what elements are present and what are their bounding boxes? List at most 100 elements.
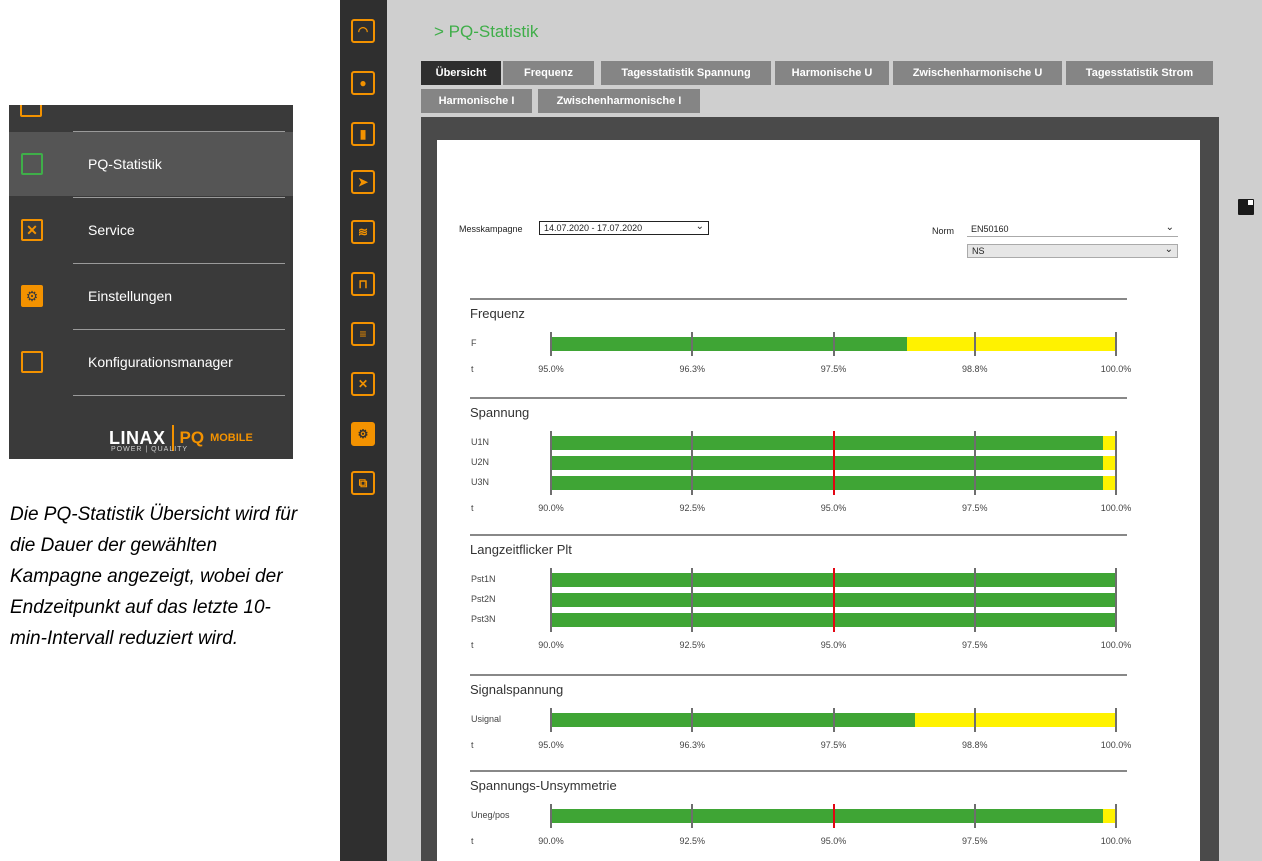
grid-tick xyxy=(832,708,835,732)
norm-select[interactable]: EN50160 ⌄ xyxy=(967,222,1178,237)
grid-tick xyxy=(973,708,976,732)
section-divider xyxy=(470,770,1127,772)
campaign-label: Messkampagne xyxy=(459,224,523,234)
axis-name: t xyxy=(471,740,474,750)
grid-tick xyxy=(832,332,835,356)
grid-tick xyxy=(973,804,976,828)
grid-tick xyxy=(550,431,552,495)
axis-tick-label: 90.0% xyxy=(538,503,564,513)
axis-tick-label: 97.5% xyxy=(820,364,847,374)
axis-tick-label: 92.5% xyxy=(679,503,706,513)
axis-name: t xyxy=(471,503,474,513)
tab-uebersicht[interactable]: Übersicht xyxy=(421,61,501,85)
limit-line xyxy=(832,431,835,495)
dashboard-icon[interactable]: ◠ xyxy=(351,19,375,43)
norm-label: Norm xyxy=(932,226,954,236)
row-label: Uneg/pos xyxy=(471,810,510,820)
bar-chart-icon[interactable]: ▮ xyxy=(351,122,375,146)
grid-tick xyxy=(1115,804,1117,828)
icon-rail: ◠ ● ▮ ➤ ≋ ⊓ ≡ ✕ ⚙ ⧉ xyxy=(340,0,387,861)
tab-tagesstatistik-strom[interactable]: Tagesstatistik Strom xyxy=(1066,61,1213,85)
sidebar-item-pq-statistik[interactable]: PQ-Statistik xyxy=(9,132,293,196)
waveform-icon[interactable]: ⊓ xyxy=(351,272,375,296)
axis-tick-label: 95.0% xyxy=(820,836,847,846)
compliant-portion xyxy=(551,337,907,351)
axis-tick-label: 97.5% xyxy=(961,640,988,650)
tab-harmonische-u[interactable]: Harmonische U xyxy=(775,61,889,85)
grid-tick xyxy=(691,431,694,495)
axis-tick-label: 98.8% xyxy=(961,740,988,750)
axis-tick-label: 95.0% xyxy=(538,740,564,750)
grid-tick xyxy=(1115,332,1117,356)
compliant-portion xyxy=(551,476,1103,490)
chevron-down-icon: ⌄ xyxy=(1164,244,1173,255)
sidebar-item-label: PQ-Statistik xyxy=(88,156,162,172)
gear-icon[interactable]: ⚙ xyxy=(351,422,375,446)
campaign-select[interactable]: 14.07.2020 - 17.07.2020 ⌄ xyxy=(539,221,709,235)
grid-tick xyxy=(550,568,552,632)
caption: Die PQ-Statistik Übersicht wird für die … xyxy=(10,504,298,649)
grid-tick xyxy=(550,708,552,732)
sidebar-item-label: Konfigurationsmanager xyxy=(88,354,233,370)
section-title: Spannung xyxy=(470,405,530,420)
grid-tick xyxy=(973,431,976,495)
axis-tick-label: 95.0% xyxy=(538,364,564,374)
axis-tick-label: 100.0% xyxy=(1100,740,1132,750)
phasor-icon[interactable]: ➤ xyxy=(351,170,375,194)
dashboard-icon[interactable] xyxy=(20,105,42,117)
grid-tick xyxy=(691,568,694,632)
sidebar-item-konfigurationsmanager[interactable]: Konfigurationsmanager xyxy=(9,330,293,394)
grid-tick xyxy=(691,332,694,356)
brand-tagline: POWER | QUALITY xyxy=(111,446,189,453)
tab-zwischenharmonische-i[interactable]: Zwischenharmonische I xyxy=(538,89,700,113)
section-title: Langzeitflicker Plt xyxy=(470,542,572,557)
grid-tick xyxy=(691,708,694,732)
grid-tick xyxy=(1115,568,1117,632)
axis-tick-label: 100.0% xyxy=(1100,836,1132,846)
axis-tick-label: 98.8% xyxy=(961,364,988,374)
section-divider xyxy=(470,298,1127,300)
tab-harmonische-i[interactable]: Harmonische I xyxy=(421,89,532,113)
tab-zwischenharmonische-u[interactable]: Zwischenharmonische U xyxy=(893,61,1062,85)
axis-name: t xyxy=(471,836,474,846)
axis-tick-label: 95.0% xyxy=(820,640,847,650)
row-label: Pst1N xyxy=(471,574,496,584)
network-select[interactable]: NS ⌄ xyxy=(967,244,1178,258)
tab-tagesstatistik-spannung[interactable]: Tagesstatistik Spannung xyxy=(601,61,771,85)
report-icon xyxy=(20,152,44,176)
axis-tick-label: 95.0% xyxy=(820,503,847,513)
section-title: Spannungs-Unsymmetrie xyxy=(470,778,617,793)
divider xyxy=(73,395,285,396)
grid-tick xyxy=(691,804,694,828)
gear-icon: ⚙ xyxy=(20,284,44,308)
config-copy-icon[interactable]: ⧉ xyxy=(351,471,375,495)
axis-tick-label: 100.0% xyxy=(1100,640,1132,650)
save-icon[interactable] xyxy=(1238,199,1254,215)
tab-frequenz[interactable]: Frequenz xyxy=(503,61,594,85)
axis-tick-label: 97.5% xyxy=(961,503,988,513)
grid-tick xyxy=(550,804,552,828)
section-divider xyxy=(470,534,1127,536)
limit-line xyxy=(832,568,835,632)
harmonics-icon[interactable]: ≋ xyxy=(351,220,375,244)
grid-tick xyxy=(973,568,976,632)
row-label: U2N xyxy=(471,457,490,467)
tools-icon[interactable]: ✕ xyxy=(351,372,375,396)
axis-tick-label: 100.0% xyxy=(1100,503,1132,513)
grid-tick xyxy=(550,332,552,356)
axis-tick-label: 96.3% xyxy=(679,740,706,750)
grid-tick xyxy=(1115,431,1117,495)
sidebar-item-einstellungen[interactable]: ⚙ Einstellungen xyxy=(9,264,293,328)
axis-tick-label: 90.0% xyxy=(538,836,564,846)
meter-icon[interactable]: ● xyxy=(351,71,375,95)
axis-tick-label: 100.0% xyxy=(1100,364,1132,374)
section-title: Frequenz xyxy=(470,306,525,321)
section-divider xyxy=(470,674,1127,676)
compliant-portion xyxy=(551,456,1103,470)
sidebar-crop: PQ-Statistik ✕ Service ⚙ Einstellungen K… xyxy=(9,105,293,459)
report-icon[interactable]: ≡ xyxy=(351,322,375,346)
grid-tick xyxy=(973,332,976,356)
section-divider xyxy=(470,397,1127,399)
sidebar-item-service[interactable]: ✕ Service xyxy=(9,198,293,262)
row-label: U1N xyxy=(471,437,490,447)
